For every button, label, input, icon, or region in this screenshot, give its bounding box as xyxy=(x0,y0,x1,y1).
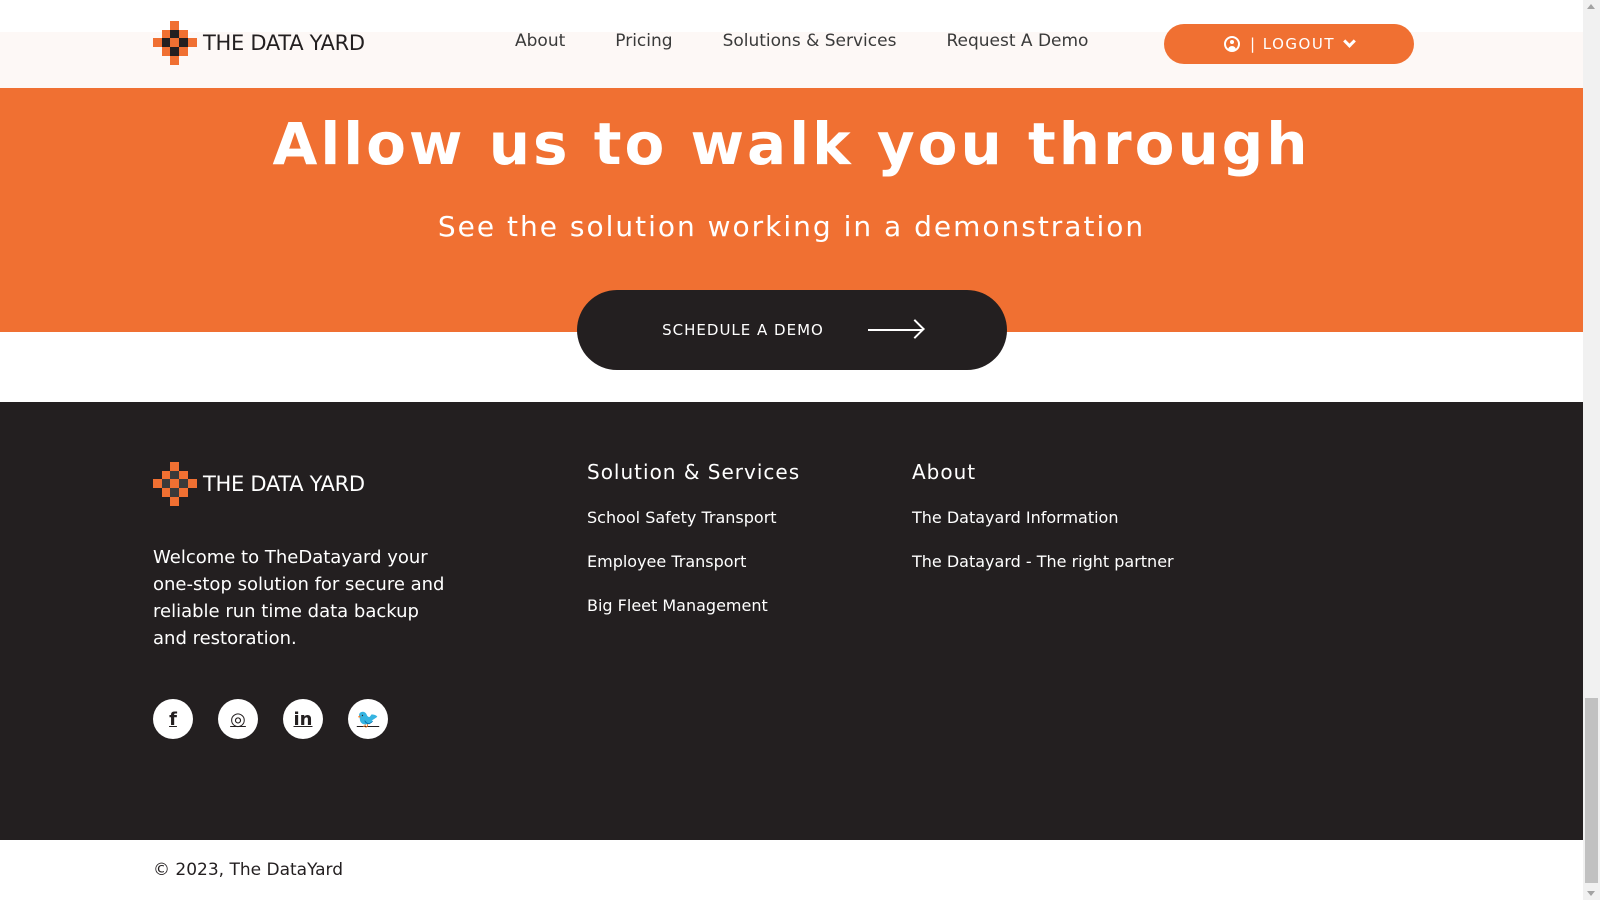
chevron-down-icon xyxy=(1343,35,1356,48)
logo-text: THE DATA YARD xyxy=(203,31,365,55)
arrow-right-icon xyxy=(867,329,922,331)
scroll-up-icon[interactable] xyxy=(1587,4,1595,9)
scroll-down-icon[interactable] xyxy=(1587,891,1595,896)
hero-title: Allow us to walk you through xyxy=(272,110,1311,178)
footer-link-big-fleet[interactable]: Big Fleet Management xyxy=(587,596,800,615)
footer-link-school-safety[interactable]: School Safety Transport xyxy=(587,508,800,527)
nav-request-demo[interactable]: Request A Demo xyxy=(946,31,1088,51)
page-scrollbar[interactable] xyxy=(1583,0,1600,900)
footer-logo[interactable]: THE DATA YARD xyxy=(153,462,365,506)
logo-mark-icon xyxy=(153,462,197,506)
footer-link-right-partner[interactable]: The Datayard - The right partner xyxy=(912,552,1174,571)
nav-about[interactable]: About xyxy=(515,31,565,51)
schedule-demo-label: SCHEDULE A DEMO xyxy=(662,321,824,339)
logout-label: | LOGOUT xyxy=(1249,35,1336,53)
footer-heading-about: About xyxy=(912,460,977,484)
linkedin-icon[interactable]: in xyxy=(283,699,323,739)
copyright-text: © 2023, The DataYard xyxy=(153,860,344,880)
header-logo[interactable]: THE DATA YARD xyxy=(153,21,365,65)
footer-column-about: About The Datayard Information The Datay… xyxy=(912,460,1174,596)
footer-description: Welcome to TheDatayard your one-stop sol… xyxy=(153,547,445,649)
instagram-icon[interactable]: ◎ xyxy=(218,699,258,739)
scroll-thumb[interactable] xyxy=(1585,698,1598,883)
site-footer: THE DATA YARD Welcome to TheDatayard you… xyxy=(0,402,1583,840)
footer-heading-solutions: Solution & Services xyxy=(587,460,801,484)
twitter-icon[interactable]: 🐦 xyxy=(348,699,388,739)
hero-subtitle: See the solution working in a demonstrat… xyxy=(437,210,1146,243)
schedule-demo-button[interactable]: SCHEDULE A DEMO xyxy=(577,290,1007,370)
user-circle-icon xyxy=(1223,36,1240,52)
site-header: THE DATA YARD About Pricing Solutions & … xyxy=(0,0,1583,90)
footer-link-datayard-info[interactable]: The Datayard Information xyxy=(912,508,1174,527)
social-links: f ◎ in 🐦 xyxy=(153,699,413,739)
copyright-bar: © 2023, The DataYard xyxy=(0,840,1583,900)
footer-logo-text: THE DATA YARD xyxy=(203,472,365,496)
nav-solutions-services[interactable]: Solutions & Services xyxy=(723,31,897,51)
facebook-icon[interactable]: f xyxy=(153,699,193,739)
logo-mark-icon xyxy=(153,21,197,65)
main-nav: About Pricing Solutions & Services Reque… xyxy=(515,31,1138,51)
footer-column-solutions: Solution & Services School Safety Transp… xyxy=(587,460,800,640)
logout-button[interactable]: | LOGOUT xyxy=(1164,24,1414,64)
nav-pricing[interactable]: Pricing xyxy=(615,31,672,51)
footer-link-employee-transport[interactable]: Employee Transport xyxy=(587,552,800,571)
